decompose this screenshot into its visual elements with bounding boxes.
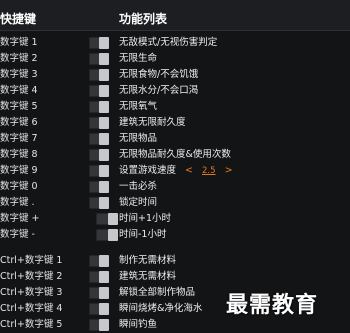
hotkey-row-8: 数字键 8 无限物品耐久度&使用次数	[0, 147, 350, 163]
toggle-switch[interactable]	[89, 117, 109, 129]
hotkey-label: 数字键 3	[0, 69, 38, 80]
toggle-switch[interactable]	[89, 319, 109, 331]
hotkey-row-plus: 数字键 + 时间+1小时	[0, 211, 350, 227]
hotkey-label: Ctrl+数字键 4	[0, 303, 63, 314]
hotkey-label: 数字键 2	[0, 53, 38, 64]
toggle-switch[interactable]	[89, 287, 109, 299]
hotkey-label: 数字键 -	[0, 229, 35, 240]
hotkey-row-5: 数字键 5 无限氧气	[0, 99, 350, 115]
toggle-knob	[99, 181, 109, 193]
toggle-switch[interactable]	[89, 165, 109, 177]
watermark-text: 最需教育	[226, 292, 319, 318]
function-label: 锁定时间	[119, 197, 158, 208]
table-header: 快捷键 功能列表	[0, 0, 350, 31]
toggle-switch[interactable]	[96, 213, 118, 225]
toggle-knob	[99, 271, 109, 283]
hotkey-label: 数字键 6	[0, 117, 38, 128]
function-label: 一击必杀	[119, 181, 158, 192]
hotkey-label: 数字键 8	[0, 149, 38, 160]
speed-increase-button[interactable]: >	[225, 165, 233, 176]
function-label: 无敌模式/无视伤害判定	[119, 37, 218, 48]
toggle-knob	[108, 213, 118, 225]
function-label: 无限物品	[119, 133, 158, 144]
function-label: 瞬间钓鱼	[119, 319, 158, 330]
toggle-knob	[99, 117, 109, 129]
toggle-switch[interactable]	[89, 149, 109, 161]
function-label: 无限水分/不会口渴	[119, 85, 199, 96]
toggle-switch[interactable]	[96, 229, 118, 241]
hotkey-label: 数字键 5	[0, 101, 38, 112]
ctrl-hotkey-row-5: Ctrl+数字键 5 瞬间钓鱼	[0, 317, 350, 333]
speed-value[interactable]: 2.5	[202, 164, 216, 178]
toggle-knob	[99, 303, 109, 315]
hotkey-label: Ctrl+数字键 1	[0, 255, 63, 266]
hotkey-label: 数字键 9	[0, 165, 38, 176]
toggle-knob	[99, 37, 109, 49]
toggle-knob	[108, 229, 118, 241]
function-label: 时间+1小时	[119, 213, 172, 224]
hotkey-label: Ctrl+数字键 3	[0, 287, 63, 298]
function-label: 瞬间烧烤&净化海水	[119, 303, 203, 314]
game-speed-control: < 2.5 >	[185, 164, 233, 178]
toggle-switch[interactable]	[89, 133, 109, 145]
toggle-switch[interactable]	[89, 37, 109, 49]
hotkey-row-9: 数字键 9 设置游戏速度 < 2.5 >	[0, 163, 350, 179]
toggle-knob	[99, 319, 109, 331]
function-label: 无限物品耐久度&使用次数	[119, 149, 231, 160]
toggle-knob	[99, 197, 109, 209]
hotkey-row-3: 数字键 3 无限食物/不会饥饿	[0, 67, 350, 83]
function-column-header: 功能列表	[119, 12, 168, 26]
hotkey-row-7: 数字键 7 无限物品	[0, 131, 350, 147]
toggle-knob	[99, 149, 109, 161]
toggle-knob	[99, 165, 109, 177]
toggle-knob	[99, 133, 109, 145]
hotkey-label: 数字键 7	[0, 133, 38, 144]
function-label: 设置游戏速度	[119, 165, 177, 176]
function-label: 时间-1小时	[119, 229, 167, 240]
function-label: 无限生命	[119, 53, 158, 64]
toggle-switch[interactable]	[89, 271, 109, 283]
hotkey-label: 数字键 +	[0, 213, 40, 224]
hotkey-row-4: 数字键 4 无限水分/不会口渴	[0, 83, 350, 99]
function-label: 建筑无限耐久度	[119, 117, 186, 128]
hotkey-label: Ctrl+数字键 2	[0, 271, 63, 282]
hotkey-column-header: 快捷键	[0, 12, 37, 26]
toggle-switch[interactable]	[89, 255, 109, 267]
toggle-knob	[99, 69, 109, 81]
hotkey-label: 数字键 4	[0, 85, 38, 96]
toggle-switch[interactable]	[89, 197, 109, 209]
toggle-switch[interactable]	[89, 85, 109, 97]
toggle-knob	[99, 287, 109, 299]
speed-decrease-button[interactable]: <	[185, 165, 193, 176]
function-label: 无限食物/不会饥饿	[119, 69, 199, 80]
hotkey-label: Ctrl+数字键 5	[0, 319, 63, 330]
hotkey-label: 数字键 1	[0, 37, 38, 48]
hotkey-row-2: 数字键 2 无限生命	[0, 51, 350, 67]
hotkey-row-0: 数字键 0 一击必杀	[0, 179, 350, 195]
hotkey-row-1: 数字键 1 无敌模式/无视伤害判定	[0, 35, 350, 51]
function-label: 解锁全部制作物品	[119, 287, 196, 298]
toggle-switch[interactable]	[89, 101, 109, 113]
toggle-knob	[99, 255, 109, 267]
function-label: 制作无需材料	[119, 255, 177, 266]
toggle-knob	[99, 53, 109, 65]
toggle-knob	[99, 101, 109, 113]
toggle-knob	[99, 85, 109, 97]
toggle-switch[interactable]	[89, 69, 109, 81]
toggle-switch[interactable]	[89, 181, 109, 193]
function-label: 无限氧气	[119, 101, 158, 112]
hotkey-row-minus: 数字键 - 时间-1小时	[0, 227, 350, 243]
function-label: 建筑无需材料	[119, 271, 177, 282]
hotkey-label: 数字键 0	[0, 181, 38, 192]
hotkey-row-dot: 数字键 . 锁定时间	[0, 195, 350, 211]
toggle-switch[interactable]	[89, 53, 109, 65]
ctrl-hotkey-row-1: Ctrl+数字键 1 制作无需材料	[0, 253, 350, 269]
hotkey-row-6: 数字键 6 建筑无限耐久度	[0, 115, 350, 131]
ctrl-hotkey-row-2: Ctrl+数字键 2 建筑无需材料	[0, 269, 350, 285]
hotkey-label: 数字键 .	[0, 197, 35, 208]
toggle-switch[interactable]	[89, 303, 109, 315]
